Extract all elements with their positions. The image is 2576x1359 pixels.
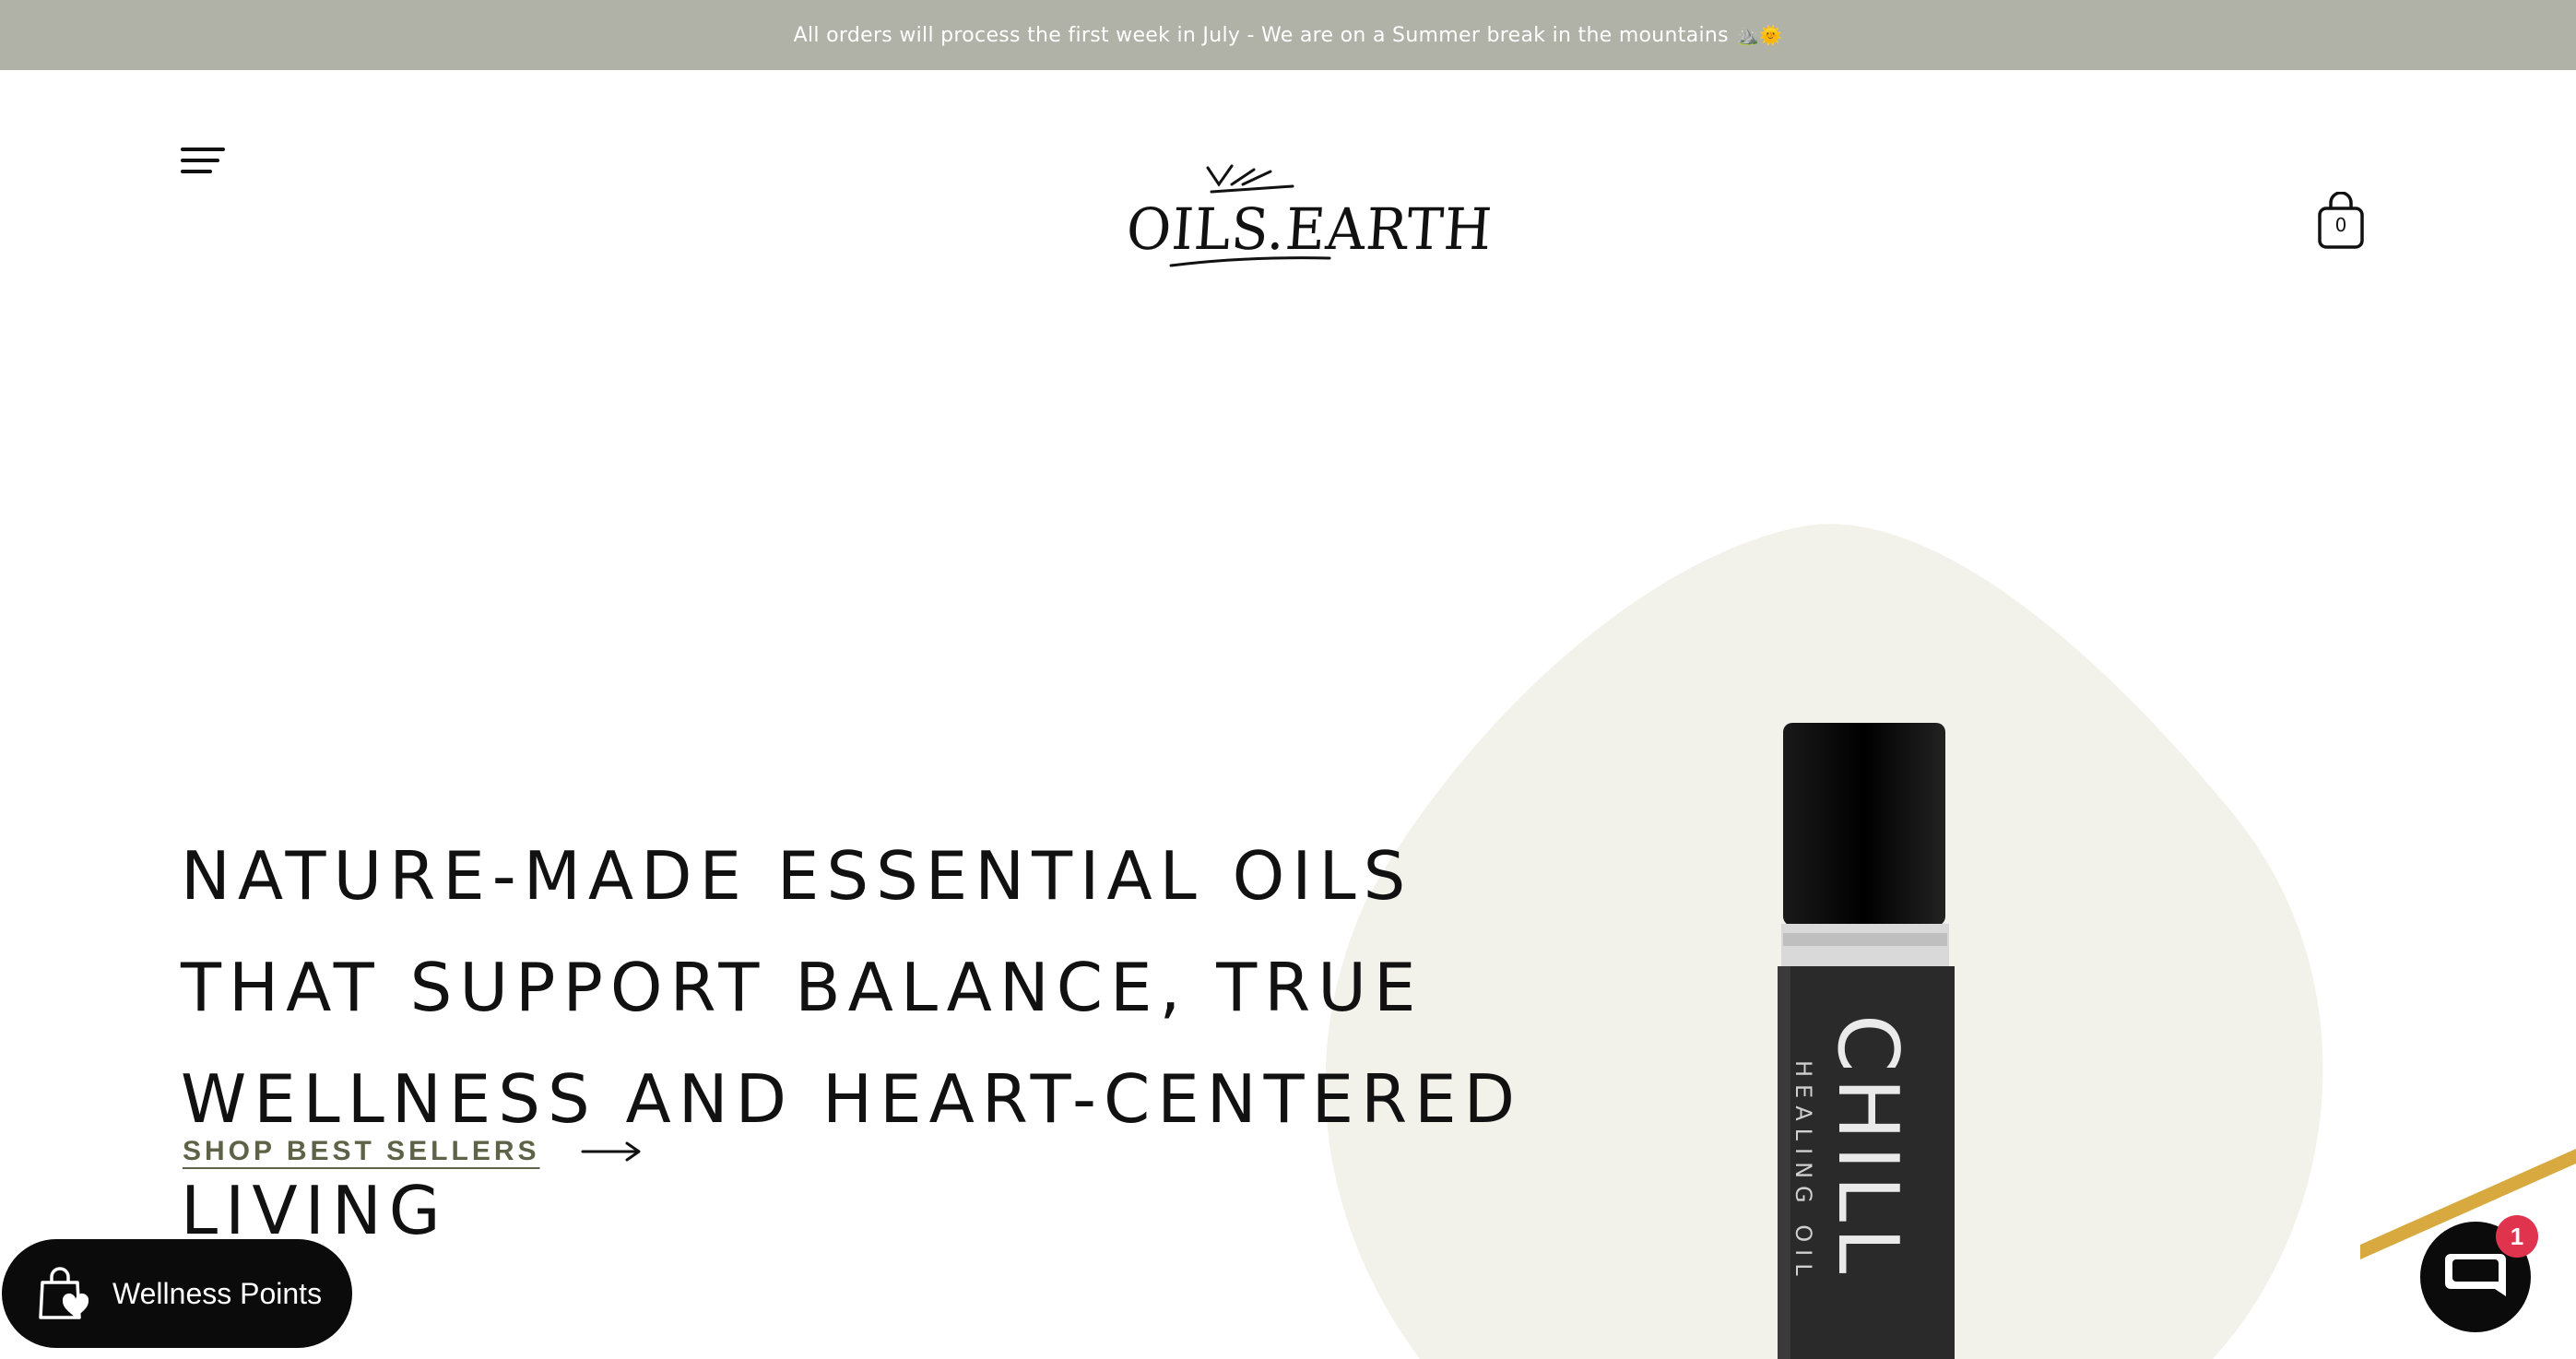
hamburger-menu-icon-line [181,170,212,173]
product-label-sub: HEALING OIL [1790,1060,1816,1283]
shop-best-sellers-link[interactable]: SHOP BEST SELLERS [183,1136,642,1167]
cta-label: SHOP BEST SELLERS [183,1136,540,1166]
wellness-points-button[interactable]: Wellness Points [2,1239,352,1348]
mountain-sun-emoji: ⛰️🌞 [1735,24,1783,46]
site-logo[interactable]: OILS.EARTH [1116,157,1495,277]
cart-count: 0 [2334,214,2347,236]
menu-button[interactable] [179,140,230,181]
announcement-text: All orders will process the first week i… [793,23,1729,47]
shopping-bag-heart-icon [39,1267,89,1319]
arrow-right-icon [581,1141,641,1162]
announcement-bar: All orders will process the first week i… [0,0,2576,70]
logo-text: OILS.EARTH [1124,195,1495,263]
cart-button[interactable]: 0 [2314,191,2368,251]
hero-headline: Nature-made essential oils that support … [181,837,1523,1250]
hamburger-menu-icon-line [181,148,225,151]
product-label-main: CHILL [1819,1014,1916,1280]
chat-notification-badge: 1 [2496,1215,2538,1258]
wellness-points-label: Wellness Points [112,1276,323,1310]
hamburger-menu-icon-line [181,159,219,162]
